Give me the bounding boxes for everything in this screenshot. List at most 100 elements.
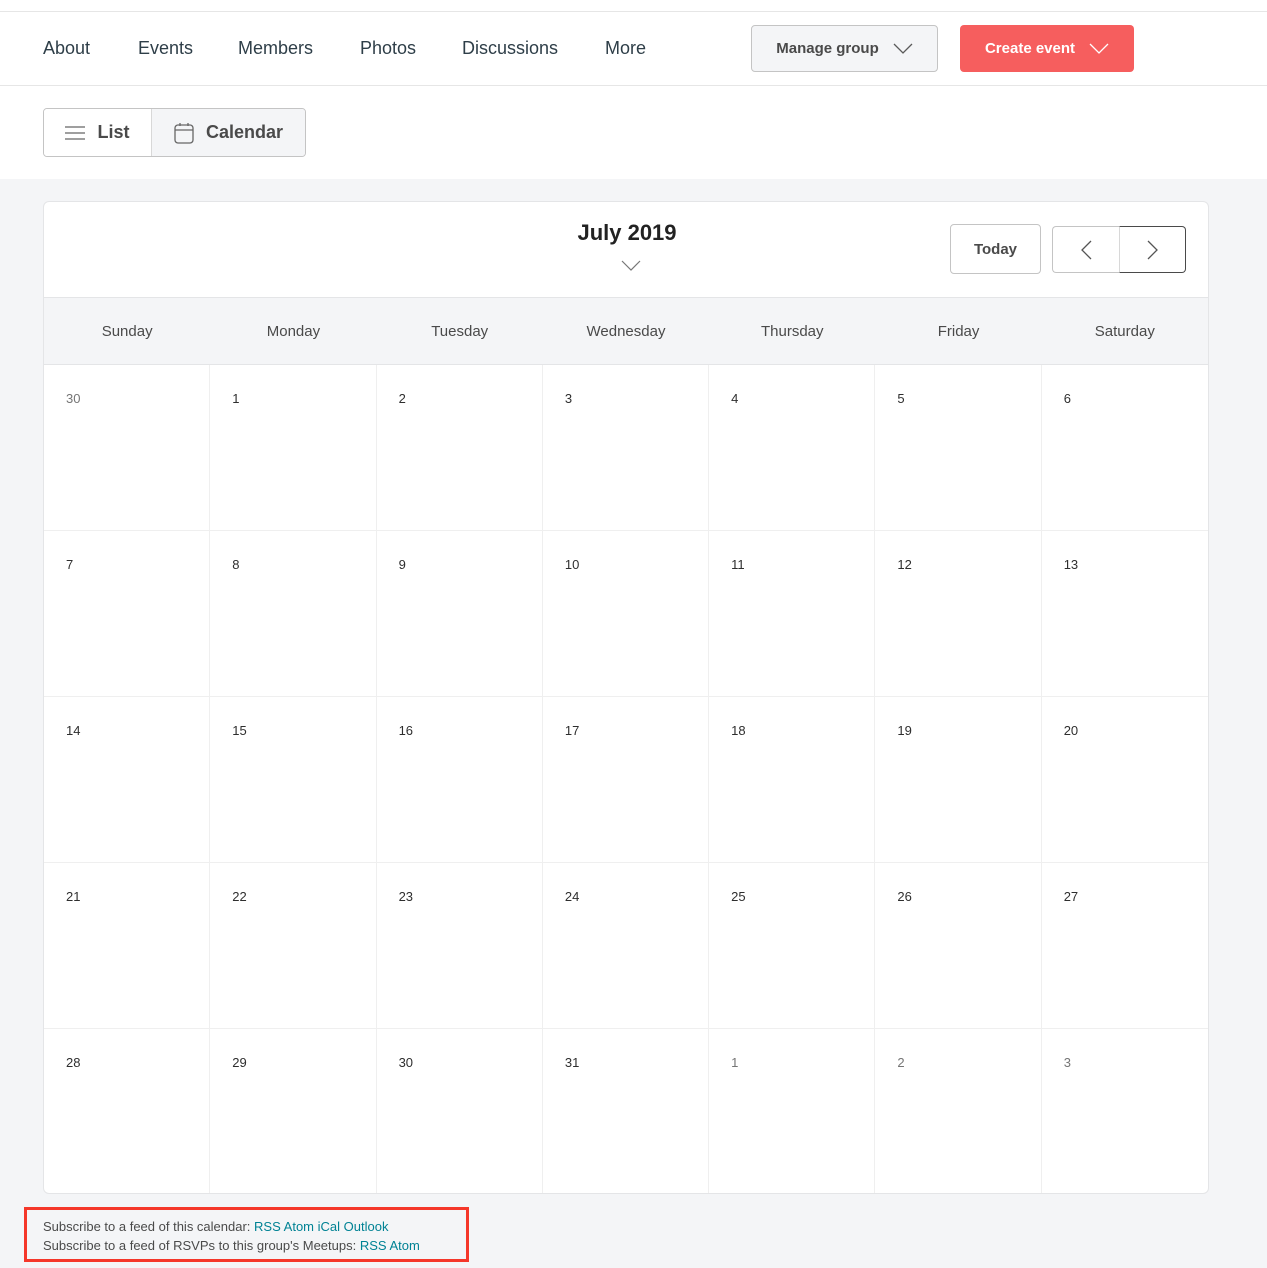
day-number: 18	[731, 723, 746, 738]
calendar-icon	[174, 122, 194, 144]
view-toggle: List Calendar	[43, 108, 306, 157]
day-cell[interactable]: 9	[376, 531, 543, 697]
list-view-label: List	[97, 122, 130, 142]
day-number: 2	[897, 1055, 905, 1070]
feed-subscriptions: Subscribe to a feed of this calendar: RS…	[24, 1207, 469, 1262]
day-number: 24	[564, 889, 580, 904]
day-number: 31	[564, 1055, 580, 1070]
day-number: 6	[1063, 391, 1071, 406]
manage-group-label: Manage group	[776, 40, 879, 57]
day-cell[interactable]: 13	[1041, 531, 1208, 697]
manage-group-button[interactable]: Manage group	[751, 25, 938, 72]
list-view-button[interactable]: List	[44, 109, 152, 156]
day-cell[interactable]: 14	[44, 697, 211, 863]
day-number: 12	[897, 557, 912, 572]
previous-month-button[interactable]	[1052, 226, 1119, 273]
day-number: 30	[398, 1055, 414, 1070]
nav-photos[interactable]: Photos	[360, 38, 416, 59]
day-cell[interactable]: 15	[210, 697, 377, 863]
day-cell[interactable]: 27	[1041, 863, 1208, 1029]
calendar-view-button[interactable]: Calendar	[152, 109, 305, 156]
nav-events[interactable]: Events	[138, 38, 193, 59]
day-number: 16	[398, 723, 414, 738]
day-number: 20	[1063, 723, 1079, 738]
day-number: 4	[731, 391, 739, 406]
calendar-view-label: Calendar	[205, 122, 284, 142]
day-cell[interactable]: 19	[875, 697, 1042, 863]
day-number: 3	[564, 391, 573, 406]
day-cell[interactable]: 3	[542, 365, 710, 531]
day-cell[interactable]: 26	[875, 863, 1042, 1029]
weekday-label: Tuesday	[431, 322, 489, 340]
day-cell[interactable]: 30	[44, 365, 211, 531]
day-cell[interactable]: 18	[709, 697, 876, 863]
day-cell[interactable]: 29	[210, 1029, 377, 1193]
day-cell[interactable]: 8	[210, 531, 377, 697]
day-cell[interactable]: 21	[44, 863, 211, 1029]
day-cell[interactable]: 6	[1041, 365, 1208, 531]
day-cell[interactable]: 16	[376, 697, 543, 863]
day-cell[interactable]: 1	[210, 365, 377, 531]
group-nav: About Events Members Photos Discussions …	[0, 12, 1267, 86]
day-number: 5	[897, 391, 905, 406]
day-number: 27	[1063, 889, 1079, 904]
day-number: 25	[731, 889, 746, 904]
chevron-down-icon	[1089, 43, 1109, 54]
day-cell[interactable]: 20	[1041, 697, 1208, 863]
month-navigation	[1052, 226, 1186, 273]
day-cell[interactable]: 12	[875, 531, 1042, 697]
nav-more[interactable]: More	[605, 38, 646, 59]
nav-discussions[interactable]: Discussions	[462, 38, 558, 59]
day-cell[interactable]: 30	[377, 1029, 543, 1193]
list-icon	[65, 125, 86, 140]
calendar-feed-label: Subscribe to a feed of this calendar:	[43, 1219, 251, 1234]
rsvp-feed-atom-link[interactable]: Atom	[389, 1238, 419, 1253]
day-number: 13	[1063, 557, 1079, 572]
today-button[interactable]: Today	[950, 224, 1041, 274]
chevron-left-icon	[1080, 240, 1091, 259]
day-number: 29	[232, 1055, 247, 1070]
weekday-label: Sunday	[101, 322, 153, 340]
month-picker-chevron-icon[interactable]	[621, 260, 641, 271]
nav-members[interactable]: Members	[238, 38, 313, 59]
day-number: 1	[232, 391, 240, 406]
weekday-label: Wednesday	[586, 322, 666, 340]
day-cell[interactable]: 11	[709, 531, 876, 697]
day-cell[interactable]: 3	[1042, 1029, 1208, 1193]
day-cell[interactable]: 1	[709, 1029, 876, 1193]
day-cell[interactable]: 25	[709, 863, 876, 1029]
weekday-header: Sunday Monday Tuesday Wednesday Thursday…	[44, 298, 1208, 365]
day-cell[interactable]: 4	[709, 365, 876, 531]
day-number: 21	[66, 889, 81, 904]
nav-about[interactable]: About	[43, 38, 90, 59]
weekday-label: Friday	[937, 322, 980, 340]
day-cell[interactable]: 24	[542, 863, 710, 1029]
calendar-feed-ical-link[interactable]: iCal	[318, 1219, 340, 1234]
calendar-feed-atom-link[interactable]: Atom	[284, 1219, 314, 1234]
calendar-feed-outlook-link[interactable]: Outlook	[344, 1219, 389, 1234]
day-number: 1	[731, 1055, 739, 1070]
rsvp-feed-rss-link[interactable]: RSS	[360, 1238, 387, 1253]
day-cell[interactable]: 5	[875, 365, 1042, 531]
day-cell[interactable]: 17	[542, 697, 710, 863]
day-number: 9	[398, 557, 406, 572]
next-month-button[interactable]	[1119, 226, 1186, 273]
create-event-button[interactable]: Create event	[960, 25, 1134, 72]
create-event-label: Create event	[984, 40, 1076, 57]
weekday-label: Monday	[266, 322, 321, 340]
day-number: 3	[1063, 1055, 1071, 1070]
day-number: 30	[66, 391, 81, 406]
day-cell[interactable]: 2	[875, 1029, 1042, 1193]
day-cell[interactable]: 31	[543, 1029, 710, 1193]
day-number: 26	[897, 889, 912, 904]
calendar-feed-rss-link[interactable]: RSS	[254, 1219, 281, 1234]
day-number: 8	[232, 557, 240, 572]
day-cell[interactable]: 7	[44, 531, 211, 697]
day-cell[interactable]: 23	[376, 863, 543, 1029]
day-cell[interactable]: 28	[44, 1029, 211, 1193]
day-cell[interactable]: 22	[210, 863, 377, 1029]
day-number: 10	[564, 557, 580, 572]
day-cell[interactable]: 2	[376, 365, 543, 531]
day-cell[interactable]: 10	[542, 531, 710, 697]
weekday-label: Thursday	[761, 322, 824, 340]
